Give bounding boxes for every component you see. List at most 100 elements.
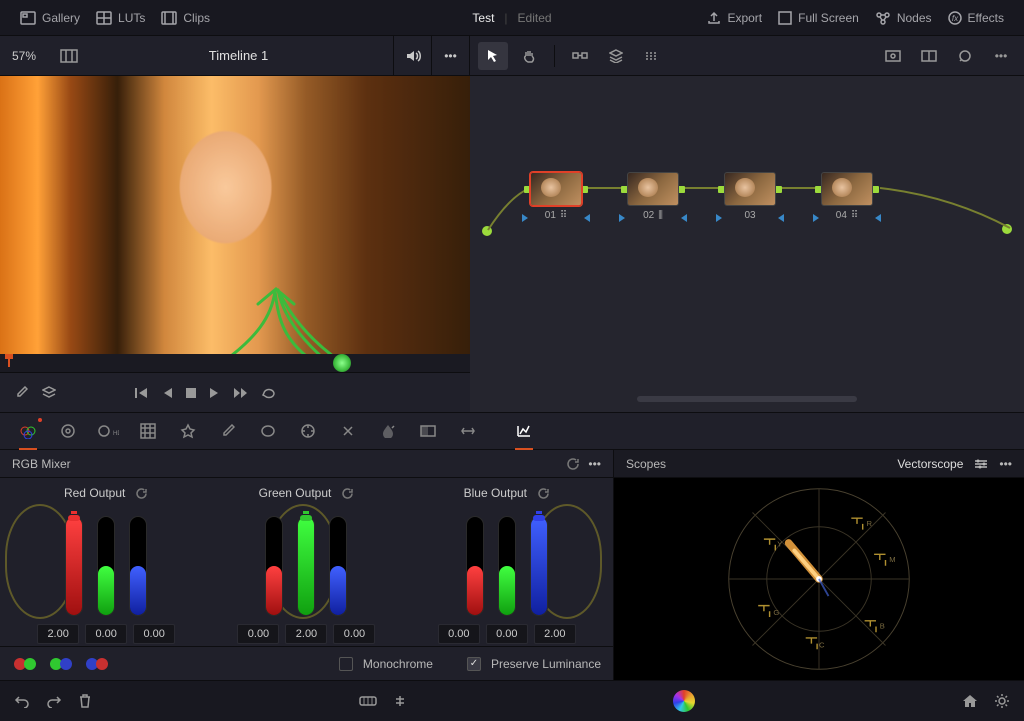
luts-icon [96,11,112,25]
image-wipe-button[interactable] [54,42,84,70]
qualifier-palette[interactable] [210,416,246,446]
primaries-palette[interactable] [10,416,46,446]
node-fx-button[interactable] [637,42,667,70]
stop-button[interactable] [186,388,196,398]
magic-mask-palette[interactable] [330,416,366,446]
warper-palette[interactable] [170,416,206,446]
project-title: Test | Edited [472,11,551,25]
zoom-level[interactable]: 57% [0,49,48,63]
mixer-bar[interactable] [65,516,83,616]
scopes-toggle[interactable] [506,416,542,446]
export-button[interactable]: Export [699,7,770,29]
mixer-value-input[interactable]: 0.00 [486,624,528,644]
node-01[interactable]: 01⠿ [528,172,584,221]
channel-reset-button[interactable] [135,487,148,500]
viewer-scrubber[interactable] [0,354,470,372]
mixer-value-input[interactable]: 0.00 [438,624,480,644]
node-add-button[interactable] [565,42,595,70]
swap-rg-button[interactable] [12,655,38,673]
key-palette[interactable] [410,416,446,446]
pan-tool[interactable] [514,42,544,70]
settings-button[interactable] [994,693,1010,709]
wheel-palette[interactable] [50,416,86,446]
split-view-button[interactable] [914,42,944,70]
mixer-bar[interactable] [265,516,283,616]
nodes-button[interactable]: Nodes [867,7,940,29]
channel-title: Red Output [64,486,125,500]
mixer-menu-button[interactable]: ••• [588,457,601,471]
node-02[interactable]: 02⫼ [625,172,681,221]
hdr-palette[interactable]: HDR [90,416,126,446]
first-frame-button[interactable] [134,387,148,399]
delete-button[interactable] [78,694,92,708]
swap-br-button[interactable] [84,655,110,673]
curves-palette[interactable] [130,416,166,446]
mixer-bar[interactable] [329,516,347,616]
loop-button[interactable] [262,387,276,399]
channel-reset-button[interactable] [341,487,354,500]
play-button[interactable] [210,387,220,399]
pointer-tool[interactable] [478,42,508,70]
mixer-value-input[interactable]: 0.00 [237,624,279,644]
mixer-bar[interactable] [498,516,516,616]
mute-button[interactable] [393,36,431,76]
mixer-bar[interactable] [530,516,548,616]
playhead-icon[interactable] [8,357,10,367]
nodes-menu-button[interactable]: ••• [986,42,1016,70]
mixer-value-input[interactable]: 2.00 [37,624,79,644]
mixer-value-input[interactable]: 0.00 [133,624,175,644]
swap-gb-button[interactable] [48,655,74,673]
channel-blue: Blue Output 0.000.002.00 [414,486,600,646]
preserve-luminance-checkbox[interactable]: ✓ [467,657,481,671]
fast-forward-button[interactable] [234,387,248,399]
mixer-value-input[interactable]: 0.00 [85,624,127,644]
highlight-button[interactable] [950,42,980,70]
redo-button[interactable] [46,694,62,708]
export-label: Export [727,11,762,25]
fullscreen-button[interactable]: Full Screen [770,7,867,29]
blur-palette[interactable] [370,416,406,446]
gallery-button[interactable]: Gallery [12,7,88,29]
node-03[interactable]: 03 [722,172,778,221]
timeline-name[interactable]: Timeline 1 [84,48,393,63]
mixer-value-input[interactable]: 0.00 [333,624,375,644]
scope-type-dropdown[interactable]: Vectorscope [897,457,963,471]
color-page-icon[interactable] [673,690,695,712]
clips-button[interactable]: Clips [153,7,218,29]
sizing-palette[interactable] [450,416,486,446]
channel-red: Red Output 2.00 0.00 0.00 [13,486,199,646]
viewer-image[interactable] [0,76,470,354]
channel-reset-button[interactable] [537,487,550,500]
bypass-button[interactable] [42,386,56,400]
tracker-palette[interactable] [290,416,326,446]
vectorscope-display[interactable]: R M B C G Y [614,478,1024,680]
mixer-bar[interactable] [129,516,147,616]
monochrome-checkbox[interactable] [339,657,353,671]
mixer-value-input[interactable]: 2.00 [285,624,327,644]
svg-text:HDR: HDR [113,431,119,437]
scope-settings-button[interactable] [973,458,989,470]
eyedropper-tool[interactable] [14,386,28,400]
node-thumb-icon [724,172,776,206]
mixer-reset-button[interactable] [566,457,580,471]
ref-wipe-button[interactable] [878,42,908,70]
node-layers-button[interactable] [601,42,631,70]
window-palette[interactable] [250,416,286,446]
mixer-value-input[interactable]: 2.00 [534,624,576,644]
mixer-bar[interactable] [97,516,115,616]
flags-button[interactable] [393,694,407,708]
node-04[interactable]: 04⠿ [819,172,875,221]
luts-button[interactable]: LUTs [88,7,153,29]
undo-button[interactable] [14,694,30,708]
home-button[interactable] [962,694,978,708]
mixer-bar[interactable] [466,516,484,616]
node-graph-panel[interactable]: 01⠿ 02⫼ 03 04⠿ [470,76,1024,412]
viewer-menu-button[interactable]: ••• [431,36,469,76]
svg-text:B: B [880,621,885,630]
mixer-bar[interactable] [297,516,315,616]
reverse-play-button[interactable] [162,387,172,399]
effects-button[interactable]: fx Effects [940,7,1012,29]
keyframes-button[interactable] [359,694,377,708]
nodes-scrollbar[interactable] [637,396,857,402]
scope-menu-button[interactable]: ••• [999,457,1012,471]
